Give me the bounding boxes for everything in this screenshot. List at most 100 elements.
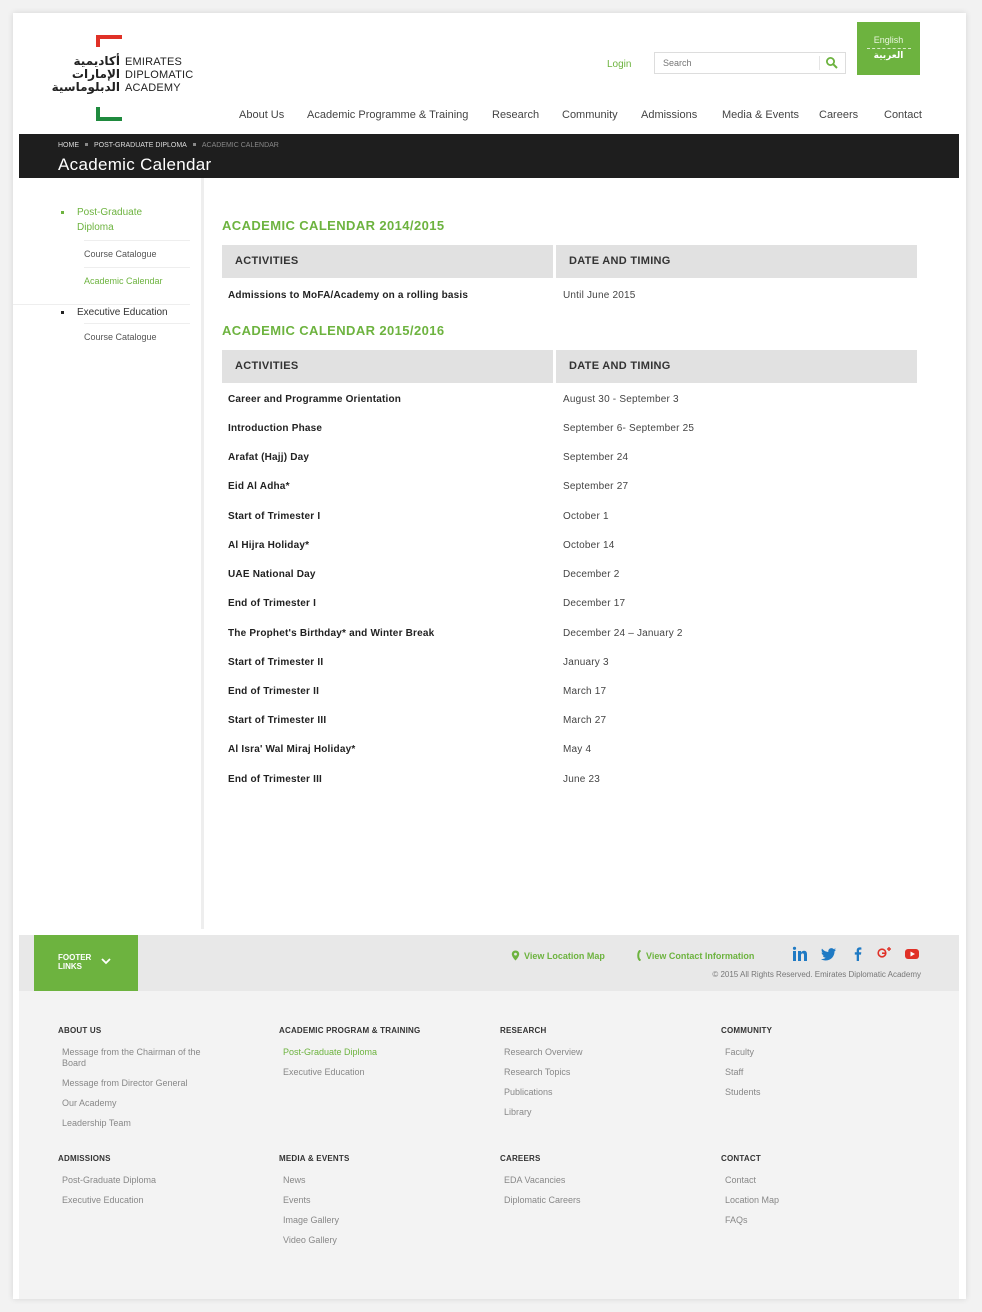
location-map-label: View Location Map — [524, 951, 605, 961]
nav-contact[interactable]: Contact — [884, 109, 922, 121]
footer-link[interactable]: Events — [283, 1195, 423, 1206]
linkedin-icon[interactable] — [792, 946, 808, 962]
row-activity: Al Hijra Holiday* — [228, 540, 310, 551]
bullet-icon — [61, 311, 64, 314]
footer-heading: ACADEMIC PROGRAM & TRAINING — [279, 1026, 421, 1035]
youtube-icon[interactable] — [904, 946, 920, 962]
footer-link[interactable]: Publications — [504, 1087, 644, 1098]
lang-arabic[interactable]: العربية — [857, 51, 920, 61]
footer-link[interactable]: Diplomatic Careers — [504, 1195, 644, 1206]
logo-english-line-1: EMIRATES — [125, 56, 183, 68]
table-row: The Prophet's Birthday* and Winter Break… — [222, 628, 917, 657]
sidebar-sub-academic-calendar[interactable]: Academic Calendar — [84, 267, 190, 293]
nav-community[interactable]: Community — [562, 109, 618, 121]
footer-col-careers: CAREERS EDA Vacancies Diplomatic Careers — [500, 1154, 700, 1215]
breadcrumb-post-graduate[interactable]: POST-GRADUATE DIPLOMA — [94, 142, 187, 149]
footer-link[interactable]: Staff — [725, 1067, 865, 1078]
col-activities: ACTIVITIES — [222, 245, 553, 278]
footer-link[interactable]: Post-Graduate Diploma — [283, 1047, 423, 1058]
footer-heading: MEDIA & EVENTS — [279, 1154, 350, 1163]
search-input[interactable] — [655, 53, 819, 73]
nav-academic-programme[interactable]: Academic Programme & Training — [307, 109, 468, 121]
row-activity: Admissions to MoFA/Academy on a rolling … — [228, 290, 469, 301]
row-date: September 24 — [563, 452, 629, 463]
page-title: Academic Calendar — [58, 155, 212, 174]
footer-links-label-2: LINKS — [58, 962, 82, 971]
row-activity: Start of Trimester I — [228, 511, 321, 522]
table-row: Start of Trimester II January 3 — [222, 657, 917, 686]
col-date-timing: DATE AND TIMING — [556, 245, 917, 278]
footer-link[interactable]: Leadership Team — [62, 1118, 202, 1129]
breadcrumb-home[interactable]: HOME — [58, 142, 79, 149]
col-activities: ACTIVITIES — [222, 350, 553, 383]
phone-icon — [637, 949, 642, 962]
footer-link[interactable]: Post-Graduate Diploma — [62, 1175, 202, 1186]
footer-link[interactable]: Students — [725, 1087, 865, 1098]
language-switcher: English العربية — [857, 22, 920, 75]
nav-media-events[interactable]: Media & Events — [722, 109, 799, 121]
sidebar-item-executive-education[interactable]: Executive Education — [13, 304, 190, 318]
footer-link[interactable]: Our Academy — [62, 1098, 202, 1109]
logo-english-line-2: DIPLOMATIC — [125, 69, 194, 81]
view-contact-info-link[interactable]: View Contact Information — [636, 949, 755, 962]
col-date-timing: DATE AND TIMING — [556, 350, 917, 383]
twitter-icon[interactable] — [821, 946, 837, 962]
footer-link[interactable]: Message from the Chairman of the Board — [62, 1047, 202, 1069]
footer-links-button[interactable]: FOOTER LINKS — [34, 935, 138, 991]
view-location-map-link[interactable]: View Location Map — [511, 950, 605, 961]
footer-link[interactable]: EDA Vacancies — [504, 1175, 644, 1186]
sidebar-item-label: Executive Education — [77, 307, 168, 318]
main-nav: About Us Academic Programme & Training R… — [13, 109, 966, 125]
footer-link[interactable]: Research Topics — [504, 1067, 644, 1078]
footer-link[interactable]: Executive Education — [283, 1067, 423, 1078]
logo-arabic-text: أكاديمية الإمارات الدبلوماسية — [52, 55, 120, 94]
row-activity: Start of Trimester III — [228, 715, 327, 726]
location-pin-icon — [511, 950, 520, 961]
row-activity: End of Trimester I — [228, 598, 317, 609]
sidebar-sub-course-catalogue[interactable]: Course Catalogue — [84, 240, 190, 266]
lang-english[interactable]: English — [857, 35, 920, 45]
footer-link[interactable]: Executive Education — [62, 1195, 202, 1206]
breadcrumb-separator — [192, 143, 196, 147]
row-date: September 27 — [563, 481, 629, 492]
footer-link[interactable]: Faculty — [725, 1047, 865, 1058]
nav-careers[interactable]: Careers — [819, 109, 858, 121]
row-date: June 23 — [563, 774, 600, 785]
footer-col-about-us: ABOUT US Message from the Chairman of th… — [58, 1026, 258, 1138]
footer-link[interactable]: Video Gallery — [283, 1235, 423, 1246]
footer-link[interactable]: Contact — [725, 1175, 865, 1186]
footer-link[interactable]: Message from Director General — [62, 1078, 202, 1089]
search-icon[interactable] — [825, 56, 839, 70]
table-row: Introduction Phase September 6- September… — [222, 423, 917, 452]
footer-link[interactable]: News — [283, 1175, 423, 1186]
row-activity: The Prophet's Birthday* and Winter Break — [228, 628, 435, 639]
lang-divider — [866, 48, 911, 49]
footer-col-media-events: MEDIA & EVENTS News Events Image Gallery… — [279, 1154, 479, 1255]
nav-about-us[interactable]: About Us — [239, 109, 284, 121]
nav-admissions[interactable]: Admissions — [641, 109, 697, 121]
table-row: End of Trimester I December 17 — [222, 598, 917, 627]
nav-research[interactable]: Research — [492, 109, 539, 121]
footer-link[interactable]: Image Gallery — [283, 1215, 423, 1226]
facebook-icon[interactable] — [850, 946, 866, 962]
footer-link[interactable]: FAQs — [725, 1215, 865, 1226]
footer-heading: ADMISSIONS — [58, 1154, 111, 1163]
sidebar-sub-course-catalogue-2[interactable]: Course Catalogue — [84, 323, 190, 349]
footer-link[interactable]: Location Map — [725, 1195, 865, 1206]
footer-links-area: ABOUT US Message from the Chairman of th… — [19, 991, 959, 1299]
google-plus-icon[interactable] — [876, 946, 892, 962]
footer-heading: COMMUNITY — [721, 1026, 773, 1035]
contact-info-label: View Contact Information — [646, 951, 755, 961]
table-header-2015: ACTIVITIES DATE AND TIMING — [222, 350, 917, 383]
login-link[interactable]: Login — [607, 59, 631, 70]
footer-link[interactable]: Library — [504, 1107, 644, 1118]
chevron-down-icon — [101, 958, 111, 965]
footer-heading: CAREERS — [500, 1154, 541, 1163]
row-date: December 17 — [563, 598, 626, 609]
footer-col-contact: CONTACT Contact Location Map FAQs — [721, 1154, 921, 1235]
footer-col-research: RESEARCH Research Overview Research Topi… — [500, 1026, 700, 1127]
table-row: UAE National Day December 2 — [222, 569, 917, 598]
row-activity: End of Trimester III — [228, 774, 323, 785]
footer-link[interactable]: Research Overview — [504, 1047, 644, 1058]
row-date: May 4 — [563, 744, 592, 755]
